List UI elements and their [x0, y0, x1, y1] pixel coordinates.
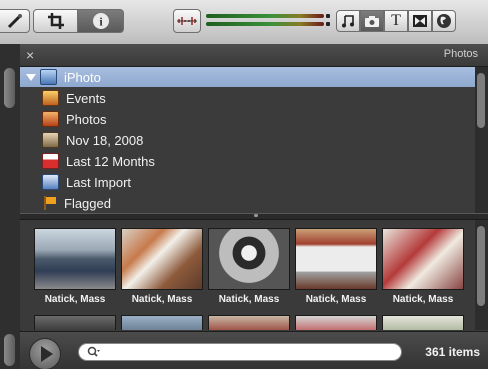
meter-left-channel — [206, 14, 324, 18]
source-item-album[interactable]: Nov 18, 2008 — [20, 130, 475, 150]
photo-browser-button[interactable] — [360, 10, 384, 32]
search-icon[interactable] — [87, 346, 101, 360]
photo-browser-scrollbar[interactable] — [475, 220, 488, 330]
transition-browser-button[interactable] — [408, 10, 432, 32]
source-item-label: iPhoto — [64, 69, 101, 85]
source-list: iPhoto Events Photos Nov 18, 2008 Last 1… — [20, 67, 475, 213]
title-browser-button[interactable]: T — [384, 10, 408, 32]
last-import-icon — [42, 174, 59, 190]
photo-caption: Natick, Mass — [44, 294, 106, 305]
source-item-label: Photos — [66, 111, 107, 127]
resize-handle-top[interactable] — [4, 68, 15, 108]
photo-thumbnail-partial[interactable] — [208, 315, 290, 330]
photo-browser: Natick, Mass Natick, Mass Natick, Mass N… — [20, 220, 475, 330]
photo-thumbnail-partial[interactable] — [121, 315, 203, 330]
photo-caption: Natick, Mass — [305, 294, 367, 305]
photo-thumbnail-partial[interactable] — [295, 315, 377, 330]
audio-adjust-button[interactable] — [173, 9, 201, 33]
iphoto-library-icon — [40, 69, 57, 85]
flag-icon — [42, 196, 57, 210]
source-list-scrollbar[interactable] — [475, 67, 488, 213]
source-item-label: Last Import — [66, 174, 132, 190]
photo-image[interactable] — [295, 228, 377, 290]
magic-wand-icon — [7, 14, 22, 29]
photo-image[interactable] — [208, 228, 290, 290]
source-item-label: Flagged — [64, 195, 111, 211]
close-panel-icon[interactable]: × — [26, 47, 34, 63]
panel-header: × Photos — [20, 44, 488, 67]
imovie-window: i T × Photos iPhoto Events Photos Nov 18… — [0, 0, 488, 369]
source-item-label: Last 12 Months — [66, 153, 155, 169]
split-divider[interactable] — [20, 213, 488, 220]
source-item-label: Nov 18, 2008 — [66, 132, 144, 148]
photo-thumbnail[interactable]: Natick, Mass — [208, 228, 290, 305]
audio-level-meter — [206, 14, 330, 28]
photos-panel: × Photos iPhoto Events Photos Nov 18, 20… — [0, 44, 488, 369]
bottom-bar: 361 items — [20, 331, 488, 369]
photo-image[interactable] — [382, 228, 464, 290]
magic-wand-button[interactable] — [0, 9, 30, 33]
photo-caption: Natick, Mass — [131, 294, 193, 305]
source-item-iphoto[interactable]: iPhoto — [20, 67, 475, 87]
info-icon: i — [92, 13, 109, 29]
info-button[interactable]: i — [77, 9, 124, 33]
source-item-events[interactable]: Events — [20, 88, 475, 108]
play-button[interactable] — [29, 338, 61, 369]
crop-button[interactable] — [33, 9, 78, 33]
divider-grip[interactable] — [254, 214, 258, 217]
globe-icon — [437, 14, 451, 28]
crop-icon — [47, 13, 64, 29]
photos-icon — [42, 111, 59, 127]
audio-waveform-icon — [177, 17, 197, 25]
camera-icon — [365, 16, 379, 27]
music-icon — [342, 15, 354, 28]
photo-thumbnail[interactable]: Natick, Mass — [382, 228, 464, 305]
toolbar: i T — [0, 0, 488, 45]
map-browser-button[interactable] — [432, 10, 456, 32]
source-item-label: Events — [66, 90, 106, 106]
photo-thumbnail-partial[interactable] — [382, 315, 464, 330]
scrollbar-thumb[interactable] — [477, 73, 485, 128]
transition-icon — [413, 15, 427, 27]
disclosure-triangle-icon[interactable] — [26, 73, 36, 81]
source-item-photos[interactable]: Photos — [20, 109, 475, 129]
item-count: 361 items — [425, 345, 480, 359]
photo-thumbnail[interactable]: Natick, Mass — [34, 228, 116, 305]
search-field[interactable] — [78, 343, 402, 361]
search-input[interactable] — [109, 344, 389, 360]
scrollbar-thumb[interactable] — [477, 226, 485, 306]
album-icon — [42, 132, 59, 148]
calendar-icon — [42, 153, 59, 169]
panel-title: Photos — [443, 48, 478, 60]
photo-caption: Natick, Mass — [392, 294, 454, 305]
photo-image[interactable] — [34, 228, 116, 290]
left-edge-strip — [0, 44, 21, 369]
source-item-flagged[interactable]: Flagged — [20, 193, 475, 213]
meter-peak-left — [326, 14, 330, 18]
photo-caption: Natick, Mass — [218, 294, 280, 305]
events-icon — [42, 90, 59, 106]
photo-thumbnail-partial[interactable] — [34, 315, 116, 330]
meter-right-channel — [206, 22, 324, 26]
meter-peak-right — [326, 22, 330, 26]
resize-handle-bottom[interactable] — [4, 334, 15, 366]
title-icon: T — [391, 12, 401, 29]
photo-thumbnail[interactable]: Natick, Mass — [295, 228, 377, 305]
photo-thumbnail[interactable]: Natick, Mass — [121, 228, 203, 305]
photo-image[interactable] — [121, 228, 203, 290]
music-browser-button[interactable] — [336, 10, 360, 32]
source-item-last-import[interactable]: Last Import — [20, 172, 475, 192]
source-item-last-12-months[interactable]: Last 12 Months — [20, 151, 475, 171]
